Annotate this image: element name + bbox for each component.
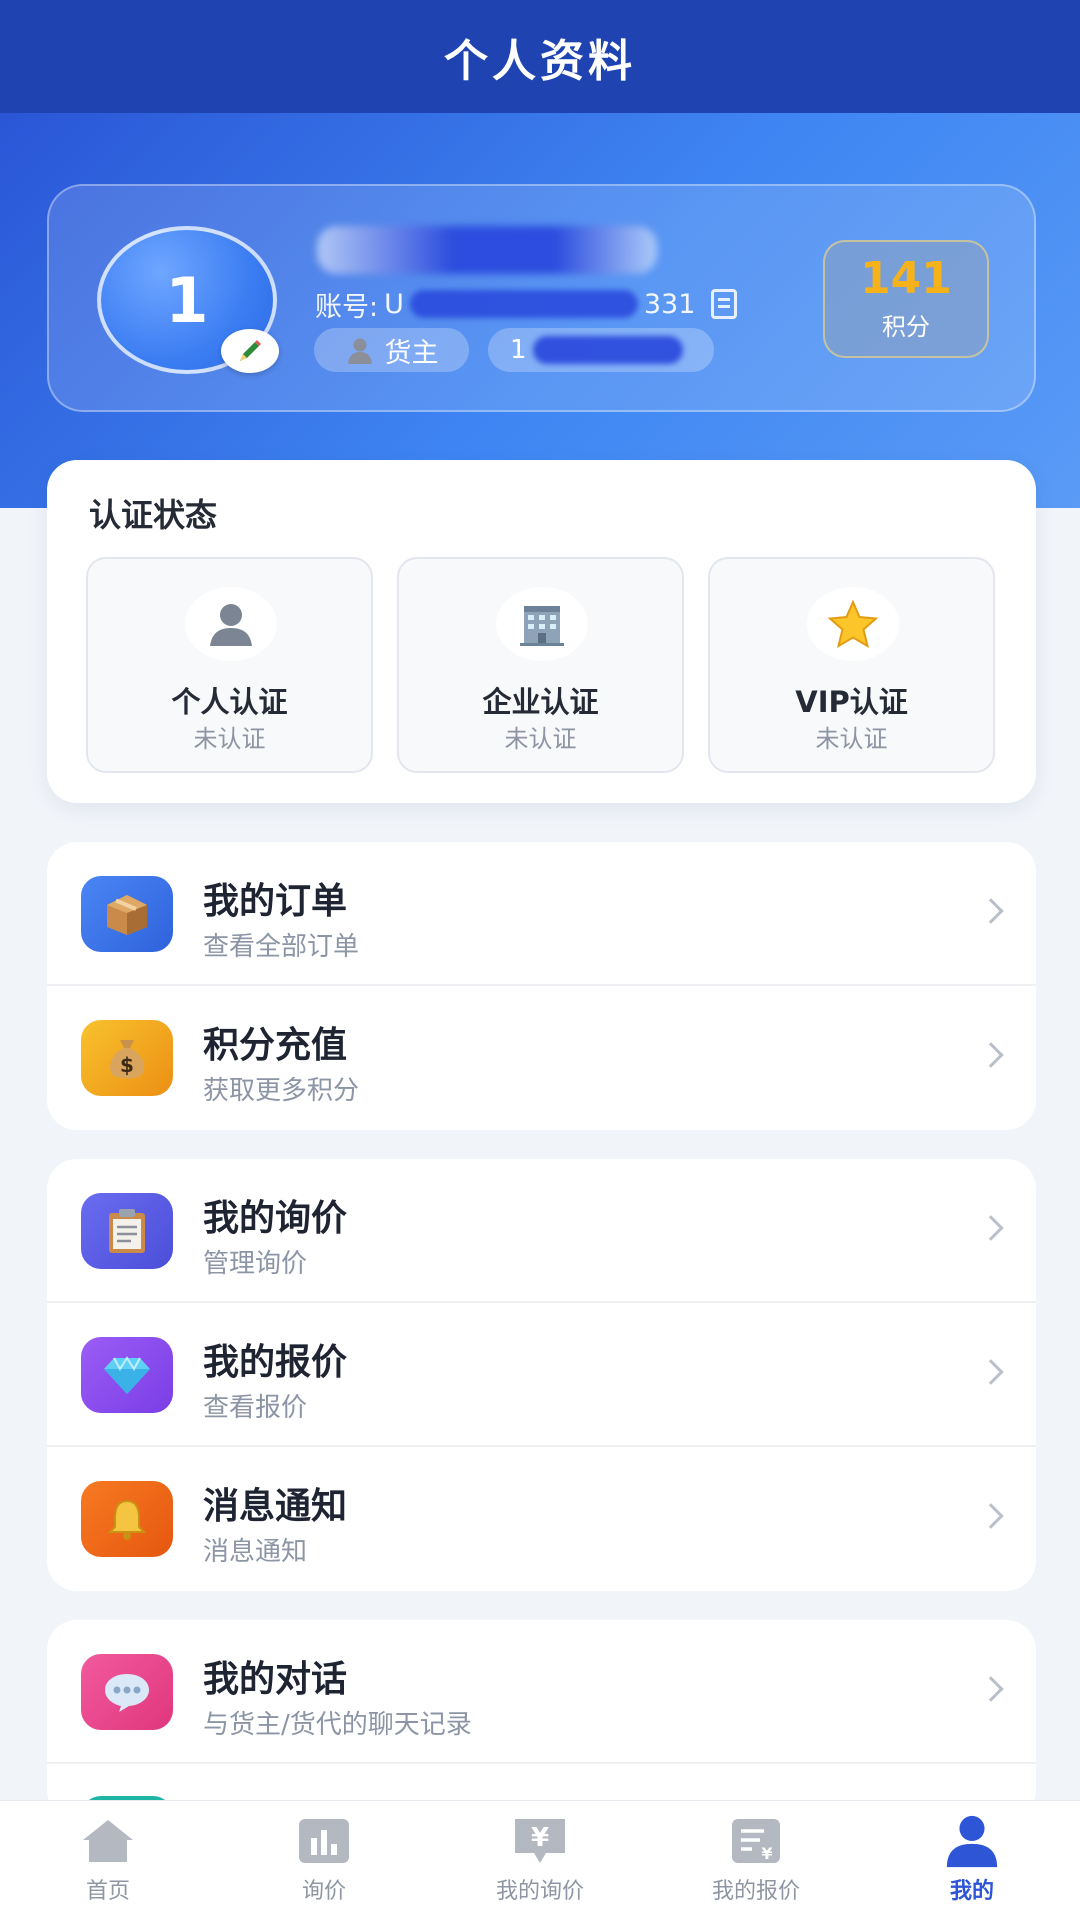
certification-card: 认证状态 个人认证 未认证 企业认证 未认证 VIP认证 未认证 bbox=[47, 460, 1036, 803]
menu-group-inquiry: 我的询价 管理询价 我的报价 查看报价 消息通知 消息通知 bbox=[47, 1159, 1036, 1591]
chevron-right-icon bbox=[978, 1503, 1004, 1529]
copy-icon[interactable] bbox=[711, 289, 738, 319]
tab-label: 我的 bbox=[949, 1879, 994, 1904]
menu-item-my-quote[interactable]: 我的报价 查看报价 bbox=[47, 1303, 1036, 1447]
menu-item-my-inquiry[interactable]: 我的询价 管理询价 bbox=[47, 1159, 1036, 1303]
tab-my-inquiry[interactable]: ¥ 我的询价 bbox=[432, 1801, 648, 1920]
chat-icon bbox=[81, 1654, 173, 1730]
cert-item-enterprise[interactable]: 企业认证 未认证 bbox=[397, 557, 684, 773]
person-icon bbox=[347, 338, 372, 364]
tab-me[interactable]: 我的 bbox=[864, 1801, 1080, 1920]
cert-status: 未认证 bbox=[193, 725, 266, 753]
inquiry-icon: ¥ bbox=[512, 1815, 568, 1867]
profile-icon bbox=[944, 1815, 1000, 1868]
tab-inquiry[interactable]: 询价 bbox=[216, 1801, 432, 1920]
svg-text:¥: ¥ bbox=[531, 1823, 549, 1853]
star-icon bbox=[807, 587, 899, 661]
profile-card: 1 账号: U 331 货主 1 141 积分 bbox=[47, 184, 1036, 412]
quote-icon: ¥ bbox=[728, 1815, 784, 1867]
cert-name: 个人认证 bbox=[171, 685, 288, 719]
menu-item-my-chat[interactable]: 我的对话 与货主/货代的聊天记录 bbox=[47, 1620, 1036, 1764]
chart-icon bbox=[296, 1815, 352, 1867]
phone-badge: 1 bbox=[488, 328, 714, 372]
person-icon bbox=[185, 587, 277, 661]
tab-label: 首页 bbox=[85, 1879, 130, 1904]
menu-title: 我的订单 bbox=[203, 881, 348, 922]
chevron-right-icon bbox=[978, 1042, 1004, 1068]
account-prefix: U bbox=[384, 288, 404, 320]
cert-item-personal[interactable]: 个人认证 未认证 bbox=[86, 557, 373, 773]
cert-name: 企业认证 bbox=[482, 685, 599, 719]
menu-item-points-recharge[interactable]: $ 积分充值 获取更多积分 bbox=[47, 986, 1036, 1130]
account-suffix: 331 bbox=[643, 288, 696, 320]
building-icon bbox=[496, 587, 588, 661]
chevron-right-icon bbox=[978, 1676, 1004, 1702]
menu-subtitle: 查看报价 bbox=[203, 1393, 308, 1423]
menu-item-my-orders[interactable]: 我的订单 查看全部订单 bbox=[47, 842, 1036, 986]
page-title: 个人资料 bbox=[444, 35, 636, 87]
menu-title: 我的报价 bbox=[203, 1342, 348, 1383]
user-name-redacted bbox=[317, 226, 657, 274]
diamond-icon bbox=[81, 1337, 173, 1413]
menu-title: 我的询价 bbox=[203, 1198, 348, 1239]
phone-redacted bbox=[532, 336, 683, 364]
money-bag-icon: $ bbox=[81, 1020, 173, 1096]
menu-subtitle: 管理询价 bbox=[203, 1249, 308, 1279]
svg-text:¥: ¥ bbox=[761, 1844, 772, 1863]
chevron-right-icon bbox=[978, 1359, 1004, 1385]
package-icon bbox=[81, 876, 173, 952]
role-text: 货主 bbox=[384, 337, 439, 369]
avatar-text: 1 bbox=[165, 263, 209, 337]
top-bar: 个人资料 bbox=[0, 0, 1080, 113]
menu-group-chat: 我的对话 与货主/货代的聊天记录 bbox=[47, 1620, 1036, 1820]
cert-status: 未认证 bbox=[815, 725, 888, 753]
tab-label: 询价 bbox=[301, 1879, 346, 1904]
phone-prefix: 1 bbox=[510, 335, 527, 365]
menu-item-notifications[interactable]: 消息通知 消息通知 bbox=[47, 1447, 1036, 1591]
tab-my-quote[interactable]: ¥ 我的报价 bbox=[648, 1801, 864, 1920]
menu-subtitle: 查看全部订单 bbox=[203, 932, 360, 962]
menu-group-orders: 我的订单 查看全部订单 $ 积分充值 获取更多积分 bbox=[47, 842, 1036, 1130]
menu-subtitle: 获取更多积分 bbox=[203, 1076, 360, 1106]
pencil-icon[interactable] bbox=[221, 329, 279, 373]
points-box[interactable]: 141 积分 bbox=[823, 240, 989, 358]
cert-name: VIP认证 bbox=[795, 685, 908, 719]
menu-subtitle: 与货主/货代的聊天记录 bbox=[203, 1710, 472, 1740]
tab-home[interactable]: 首页 bbox=[0, 1801, 216, 1920]
home-icon bbox=[80, 1815, 136, 1867]
clipboard-icon bbox=[81, 1193, 173, 1269]
menu-title: 消息通知 bbox=[203, 1486, 348, 1527]
cert-status: 未认证 bbox=[504, 725, 577, 753]
account-label: 账号: bbox=[315, 291, 379, 323]
certification-title: 认证状态 bbox=[89, 496, 218, 534]
points-value: 141 bbox=[860, 252, 952, 304]
chevron-right-icon bbox=[978, 1215, 1004, 1241]
svg-text:$: $ bbox=[120, 1053, 134, 1077]
points-label: 积分 bbox=[882, 312, 930, 341]
menu-subtitle: 消息通知 bbox=[203, 1537, 308, 1567]
bell-icon bbox=[81, 1481, 173, 1557]
account-line: 账号: U 331 bbox=[315, 284, 738, 324]
account-redacted bbox=[409, 290, 638, 318]
tab-label: 我的询价 bbox=[495, 1879, 584, 1904]
tab-label: 我的报价 bbox=[711, 1879, 800, 1904]
bottom-tab-bar: 首页 询价 ¥ 我的询价 ¥ 我的报价 我的 bbox=[0, 1800, 1080, 1920]
menu-title: 我的对话 bbox=[203, 1659, 348, 1700]
menu-title: 积分充值 bbox=[203, 1025, 348, 1066]
chevron-right-icon bbox=[978, 898, 1004, 924]
role-badge: 货主 bbox=[314, 328, 469, 372]
cert-item-vip[interactable]: VIP认证 未认证 bbox=[708, 557, 995, 773]
